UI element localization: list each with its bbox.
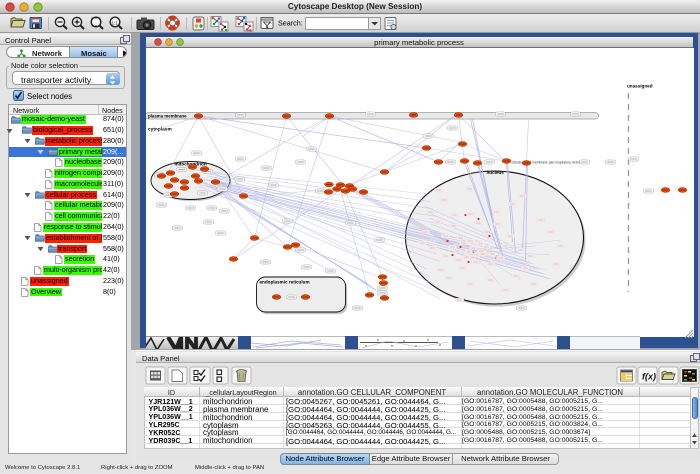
svg-text:cytoplasm: cytoplasm <box>148 127 172 133</box>
svg-text:Search:: Search: <box>278 19 303 28</box>
svg-text:unassigned: unassigned <box>627 84 653 89</box>
svg-text:mitochondrial membrane part re: mitochondrial membrane part respiratory … <box>511 161 579 165</box>
svg-text:1:1: 1:1 <box>112 20 119 25</box>
svg-text:f(x): f(x) <box>642 372 656 382</box>
svg-text:endoplasmic reticulum: endoplasmic reticulum <box>259 280 309 285</box>
svg-text:plasma membrane: plasma membrane <box>148 113 187 118</box>
svg-text:nucleus: nucleus <box>486 170 504 175</box>
